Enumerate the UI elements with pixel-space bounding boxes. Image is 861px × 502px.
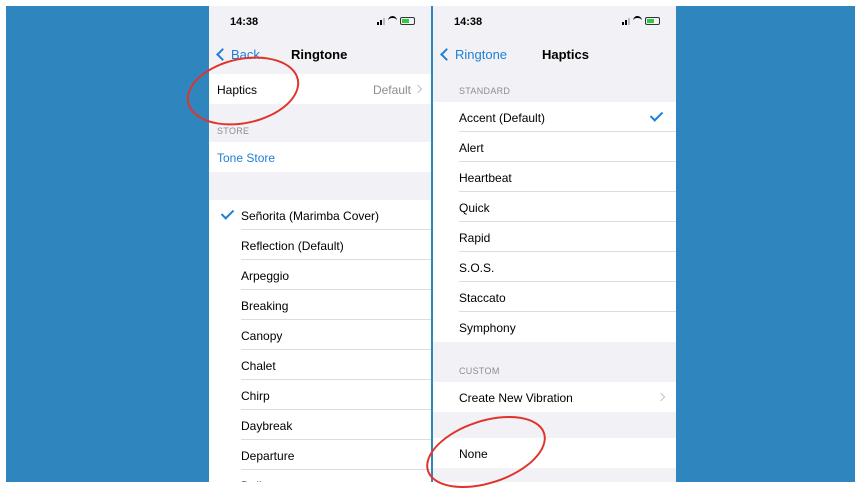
store-header: STORE [217, 126, 250, 136]
haptic-row[interactable]: Accent (Default) [433, 102, 676, 132]
haptic-row[interactable]: Rapid [433, 222, 676, 252]
haptic-row[interactable]: Heartbeat [433, 162, 676, 192]
checkmark-icon [649, 108, 664, 122]
ringtone-label: Chirp [241, 389, 270, 403]
signal-icon [622, 17, 630, 25]
status-icons [377, 16, 415, 25]
ringtone-row[interactable]: Arpeggio [209, 260, 431, 290]
ringtone-row[interactable]: Dollop [209, 470, 431, 482]
chevron-right-icon [656, 392, 666, 402]
haptics-screen: 14:38 Ringtone Haptics STANDARD Accent (… [433, 6, 676, 482]
haptic-label: Staccato [459, 291, 506, 305]
ringtone-row[interactable]: Señorita (Marimba Cover) [209, 200, 431, 230]
back-button[interactable]: Ringtone [437, 47, 507, 62]
ringtone-row[interactable]: Chirp [209, 380, 431, 410]
create-new-vibration-row[interactable]: Create New Vibration [433, 382, 676, 412]
status-bar: 14:38 [433, 6, 676, 36]
haptic-label: Accent (Default) [459, 111, 546, 125]
haptic-label: S.O.S. [459, 261, 495, 275]
status-bar: 14:38 [209, 6, 431, 36]
status-time: 14:38 [454, 16, 483, 28]
standard-header: STANDARD [459, 86, 511, 96]
haptic-label: Alert [459, 141, 484, 155]
ringtone-label: Chalet [241, 359, 276, 373]
ringtone-label: Reflection (Default) [241, 239, 344, 253]
haptic-row[interactable]: Quick [433, 192, 676, 222]
ringtone-label: Breaking [241, 299, 289, 313]
page-title: Haptics [542, 47, 589, 62]
ringtone-row[interactable]: Chalet [209, 350, 431, 380]
ringtone-label: Dollop [241, 479, 275, 482]
back-label: Ringtone [455, 47, 508, 62]
haptic-label: Heartbeat [459, 171, 512, 185]
ringtone-label: Daybreak [241, 419, 293, 433]
chevron-right-icon [413, 84, 423, 94]
haptic-row[interactable]: Alert [433, 132, 676, 162]
ringtone-row[interactable]: Daybreak [209, 410, 431, 440]
tone-store-link: Tone Store [217, 151, 276, 165]
custom-header: CUSTOM [459, 366, 500, 376]
tone-store-row[interactable]: Tone Store [209, 142, 431, 172]
ringtone-label: Señorita (Marimba Cover) [241, 209, 380, 223]
signal-icon [377, 17, 385, 25]
create-new-vibration-label: Create New Vibration [459, 391, 573, 405]
wifi-icon [633, 16, 642, 25]
ringtone-label: Departure [241, 449, 295, 463]
ringtone-row[interactable]: Breaking [209, 290, 431, 320]
page-title: Ringtone [291, 47, 348, 62]
haptic-row[interactable]: Staccato [433, 282, 676, 312]
status-icons [622, 16, 660, 25]
battery-icon [400, 16, 415, 25]
chevron-left-icon [440, 48, 453, 61]
ringtone-row[interactable]: Reflection (Default) [209, 230, 431, 260]
ringtone-row[interactable]: Departure [209, 440, 431, 470]
ringtone-row[interactable]: Canopy [209, 320, 431, 350]
haptic-row[interactable]: Symphony [433, 312, 676, 342]
haptic-label: Quick [459, 201, 490, 215]
wifi-icon [388, 16, 397, 25]
battery-icon [645, 16, 660, 25]
haptics-value: Default [372, 83, 411, 97]
ringtone-label: Arpeggio [241, 269, 290, 283]
haptic-row[interactable]: S.O.S. [433, 252, 676, 282]
chevron-left-icon [216, 48, 229, 61]
nav-bar: Ringtone Haptics [433, 40, 676, 70]
haptic-label: Rapid [459, 231, 491, 245]
ringtone-label: Canopy [241, 329, 283, 343]
status-time: 14:38 [230, 16, 259, 28]
haptic-label: Symphony [459, 321, 516, 335]
checkmark-icon [220, 206, 235, 220]
